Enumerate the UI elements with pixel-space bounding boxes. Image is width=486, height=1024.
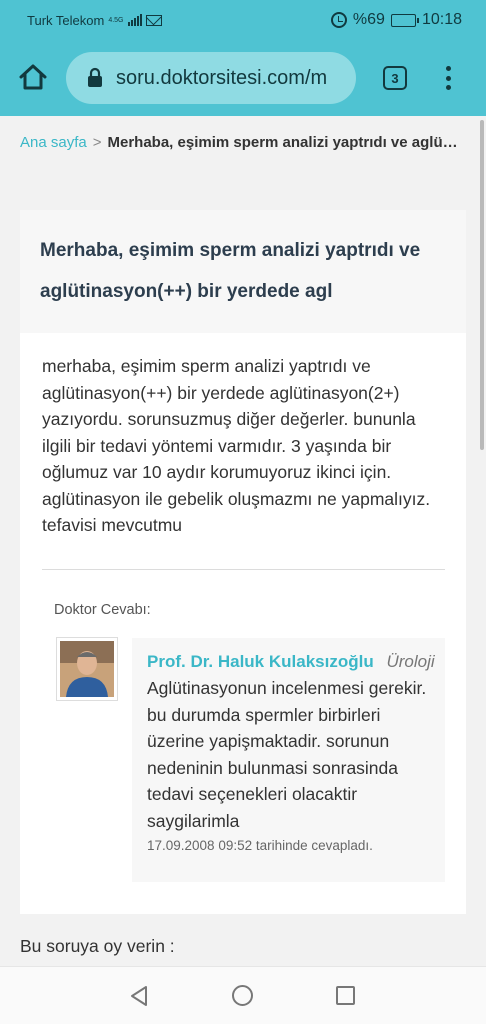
- signal-icon: [127, 14, 142, 26]
- nav-home-icon[interactable]: [232, 985, 253, 1006]
- question-header: Merhaba, eşimim sperm analizi yaptrıdı v…: [20, 210, 466, 333]
- browser-toolbar: soru.doktorsitesi.com/m 3: [0, 40, 486, 116]
- battery-icon: [390, 13, 419, 27]
- menu-dot-icon: [445, 66, 451, 71]
- mail-icon: [145, 14, 162, 26]
- divider: [42, 569, 445, 570]
- back-icon[interactable]: [128, 985, 150, 1007]
- url-text: soru.doktorsitesi.com/m: [116, 66, 328, 89]
- tab-switcher-button[interactable]: 3: [383, 66, 407, 90]
- clock: 10:18: [421, 11, 462, 28]
- breadcrumb-current: Merhaba, eşimim sperm analizi yaptrıdı v…: [107, 134, 460, 151]
- breadcrumb-separator: >: [92, 134, 102, 151]
- home-button[interactable]: [14, 58, 52, 96]
- breadcrumb-home-link[interactable]: Ana sayfa: [20, 134, 87, 151]
- doctor-answer-label: Doktor Cevabı:: [54, 602, 151, 618]
- question-title: Merhaba, eşimim sperm analizi yaptrıdı v…: [40, 240, 421, 302]
- doctor-name-link[interactable]: Prof. Dr. Haluk Kulaksızoğlu: [147, 652, 374, 671]
- system-nav-bar: [0, 966, 486, 1024]
- status-bar: Turk Telekom 4.5G %69 10:18: [0, 0, 486, 40]
- doctor-line: Prof. Dr. Haluk Kulaksızoğlu Üroloji: [147, 652, 435, 672]
- doctor-photo-icon: [60, 641, 114, 697]
- lock-icon: [88, 67, 102, 87]
- doctor-specialty: Üroloji: [386, 652, 435, 671]
- address-bar[interactable]: soru.doktorsitesi.com/m: [66, 52, 356, 104]
- vote-label: Bu soruya oy verin :: [20, 936, 175, 956]
- answer-date: 17.09.2008 09:52 tarihinde cevapladı.: [147, 838, 373, 853]
- doctor-avatar[interactable]: [56, 637, 118, 701]
- menu-dot-icon: [445, 75, 451, 81]
- question-card: Merhaba, eşimim sperm analizi yaptrıdı v…: [20, 210, 466, 914]
- breadcrumb: Ana sayfa > Merhaba, eşimim sperm analiz…: [20, 134, 460, 151]
- question-body: merhaba, eşimim sperm analizi yaptrıdı v…: [42, 356, 431, 535]
- carrier-name: Turk Telekom: [27, 12, 105, 28]
- answer-text: Aglütinasyonun incelenmesi gerekir. bu d…: [147, 678, 427, 831]
- scrollbar[interactable]: [480, 120, 484, 450]
- menu-dot-icon: [445, 85, 451, 90]
- alarm-icon: [330, 12, 347, 28]
- answer-box: Prof. Dr. Haluk Kulaksızoğlu Üroloji Agl…: [132, 638, 445, 882]
- battery-percent: %69: [352, 11, 385, 28]
- status-left: Turk Telekom 4.5G: [27, 13, 162, 28]
- status-right: %69 10:18: [330, 11, 462, 29]
- network-type: 4.5G: [108, 16, 124, 24]
- home-icon: [19, 64, 47, 90]
- more-menu-button[interactable]: [436, 62, 460, 94]
- recent-apps-icon[interactable]: [336, 986, 355, 1005]
